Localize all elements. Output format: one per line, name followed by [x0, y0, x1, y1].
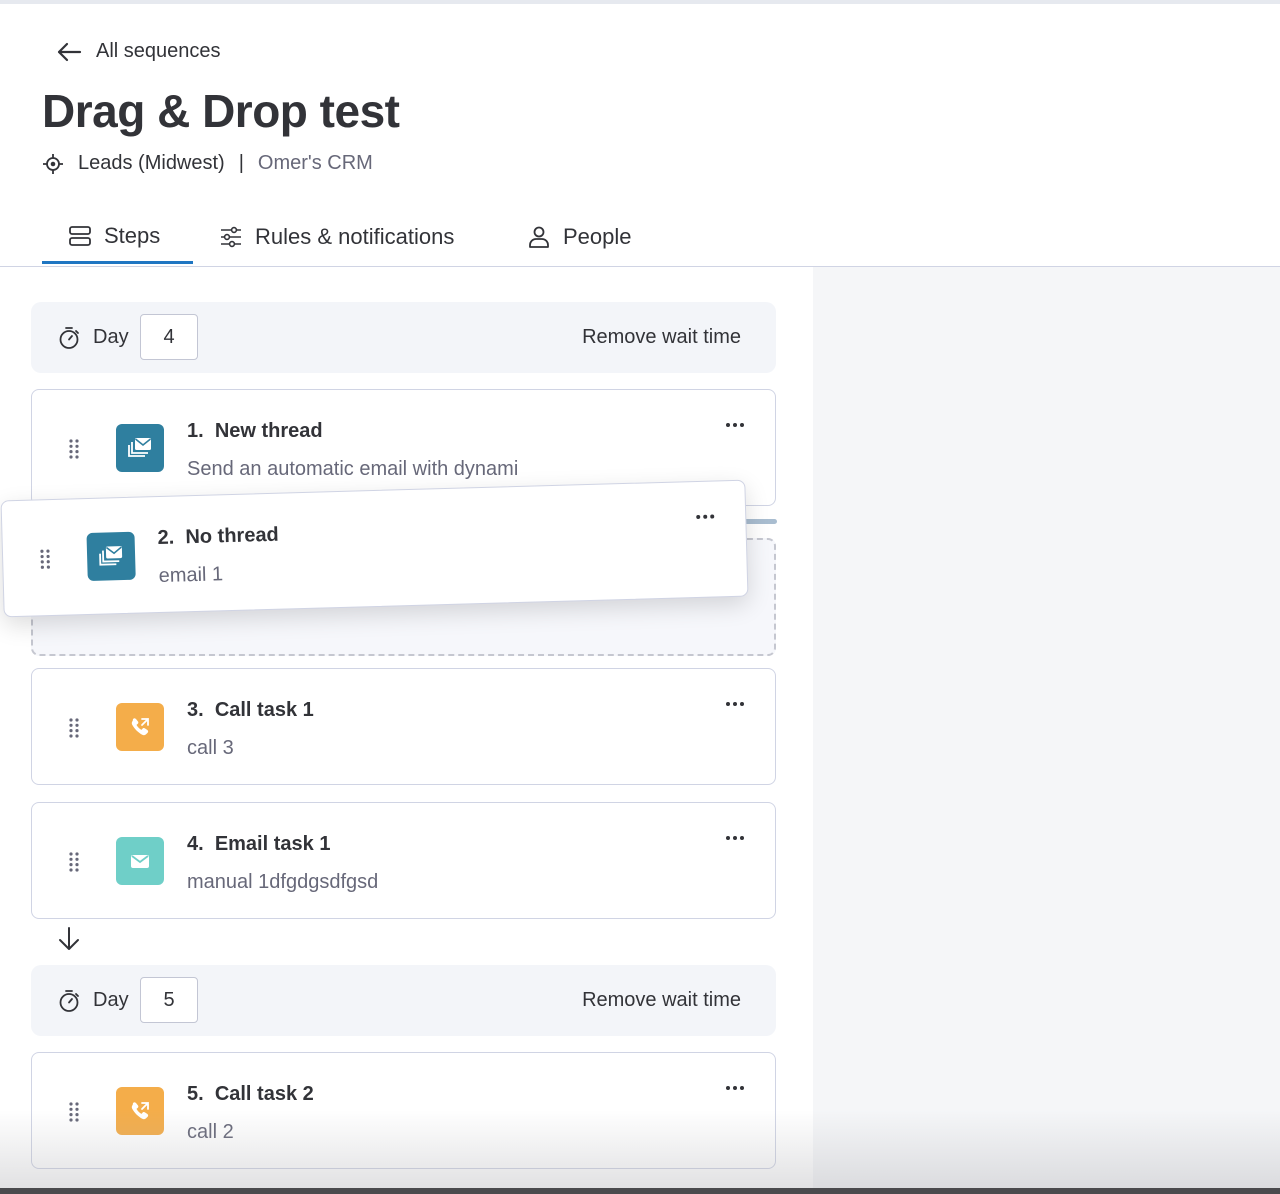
manual-email-badge: [116, 837, 164, 885]
sliders-icon: [221, 226, 241, 248]
day-input[interactable]: 4: [140, 314, 198, 360]
step-title: 5. Call task 2: [187, 1083, 314, 1106]
step-description: call 3: [187, 737, 234, 759]
auto-email-badge: [86, 531, 136, 582]
meta-separator: |: [238, 152, 244, 174]
step-number: 3.: [187, 699, 204, 721]
rows-icon: [69, 225, 91, 246]
target-icon: [43, 153, 63, 174]
step-card[interactable]: 3. Call task 1 call 3: [31, 668, 776, 785]
back-link-label: All sequences: [96, 40, 221, 62]
tab-bar: Steps Rules & notifications People: [0, 210, 1280, 267]
more-options-icon[interactable]: [725, 422, 745, 428]
step-title: 3. Call task 1: [187, 699, 314, 722]
call-badge: [116, 703, 164, 751]
back-link[interactable]: All sequences: [56, 40, 221, 63]
step-description: email 1: [158, 563, 224, 588]
step-description: Send an automatic email with dynami: [187, 458, 519, 480]
timer-icon: [59, 327, 79, 349]
tab-label: Rules & notifications: [255, 224, 455, 249]
page-title: Drag & Drop test: [42, 85, 400, 137]
remove-wait-time-button[interactable]: Remove wait time: [582, 326, 741, 349]
phone-icon: [131, 718, 149, 736]
step-name: New thread: [214, 420, 323, 442]
tab-label: Steps: [104, 222, 161, 248]
drag-handle-icon[interactable]: [68, 1101, 80, 1123]
email-stack-icon: [99, 546, 123, 566]
tab-label: People: [563, 224, 632, 249]
step-number: 1.: [187, 420, 204, 442]
step-number: 5.: [187, 1083, 204, 1105]
step-card[interactable]: 4. Email task 1 manual 1dfgdgsdfgsd: [31, 802, 776, 919]
crm-name: Omer's CRM: [257, 152, 373, 174]
wait-time-bar: Day 5 Remove wait time: [31, 965, 776, 1036]
day-label: Day: [93, 326, 129, 348]
step-title: 4. Email task 1: [187, 833, 330, 856]
wait-time-bar: Day 4 Remove wait time: [31, 302, 776, 373]
sequence-meta: Leads (Midwest) | Omer's CRM: [42, 152, 373, 175]
dragged-step-card[interactable]: 2. No thread email 1: [0, 479, 749, 618]
step-title: 2. No thread: [157, 524, 279, 550]
step-description: manual 1dfgdgsdfgsd: [187, 871, 379, 893]
step-description: call 2: [187, 1121, 234, 1143]
person-icon: [529, 226, 549, 248]
tab-steps[interactable]: Steps: [42, 210, 193, 264]
step-title: 1. New thread: [187, 420, 323, 443]
tab-people[interactable]: People: [527, 210, 632, 264]
more-options-icon[interactable]: [725, 701, 745, 707]
step-name: Call task 1: [214, 699, 314, 721]
more-options-icon[interactable]: [725, 1085, 745, 1091]
tab-rules-notifications[interactable]: Rules & notifications: [219, 210, 454, 264]
bottom-edge: [0, 1188, 1280, 1194]
call-badge: [116, 1087, 164, 1135]
top-border: [0, 0, 1280, 4]
step-number: 2.: [157, 526, 175, 550]
envelope-icon: [131, 855, 149, 868]
day-label: Day: [93, 989, 129, 1011]
preview-pane: [813, 267, 1280, 1194]
drop-indicator: [744, 519, 777, 524]
day-input[interactable]: 5: [140, 977, 198, 1023]
phone-icon: [131, 1102, 149, 1120]
more-options-icon[interactable]: [725, 835, 745, 841]
arrow-down-icon: [59, 927, 79, 950]
email-stack-icon: [128, 438, 151, 457]
step-card[interactable]: 5. Call task 2 call 2: [31, 1052, 776, 1169]
step-name: Email task 1: [214, 833, 331, 855]
timer-icon: [59, 990, 79, 1012]
drag-handle-icon[interactable]: [68, 717, 80, 739]
step-name: Call task 2: [214, 1083, 314, 1105]
drag-handle-icon[interactable]: [68, 438, 80, 460]
more-options-icon[interactable]: [695, 513, 715, 520]
list-name[interactable]: Leads (Midwest): [78, 152, 225, 175]
step-name: No thread: [185, 523, 280, 549]
step-number: 4.: [187, 833, 204, 855]
drag-handle-icon[interactable]: [68, 851, 80, 873]
auto-email-badge: [116, 424, 164, 472]
drag-handle-icon[interactable]: [39, 548, 52, 570]
arrow-left-icon: [57, 42, 82, 61]
remove-wait-time-button[interactable]: Remove wait time: [582, 989, 741, 1012]
